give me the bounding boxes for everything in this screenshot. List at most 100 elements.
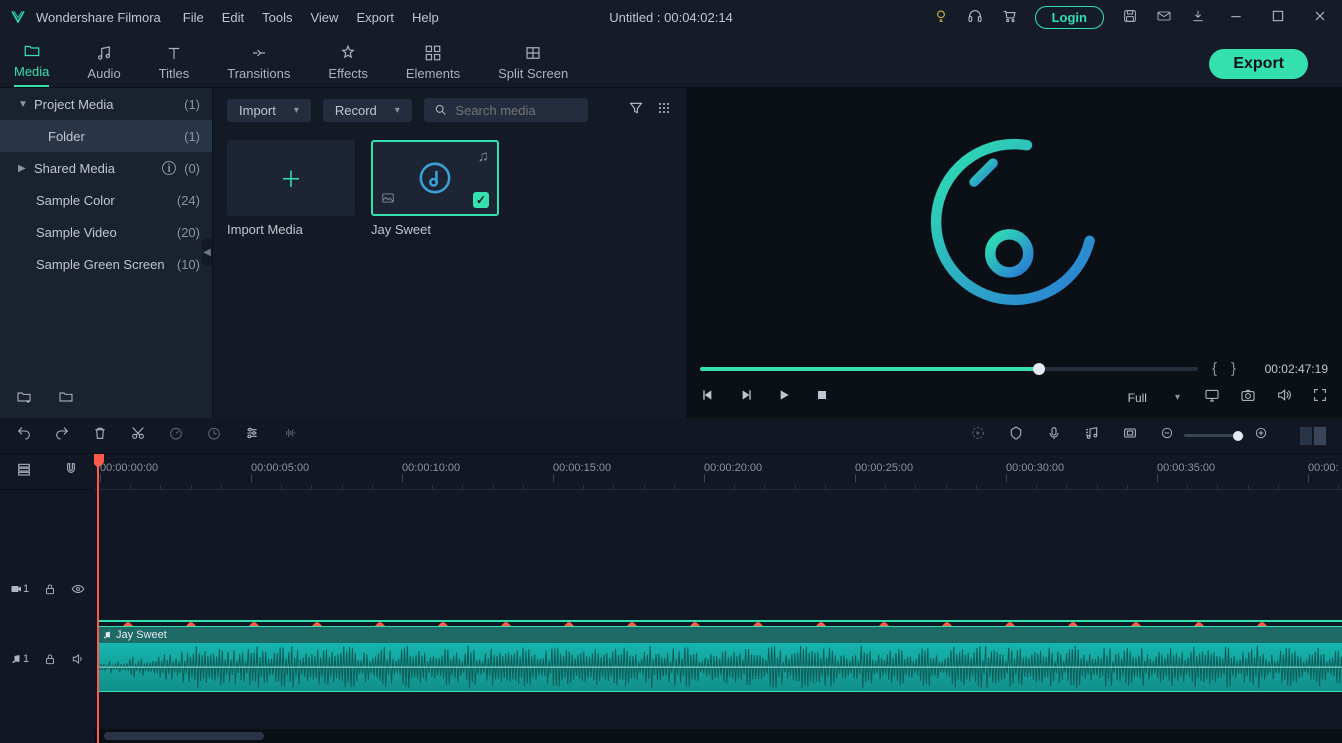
preview-quality-select[interactable]: Full▾ [1128,391,1184,405]
mark-in-button[interactable]: { [1212,360,1217,377]
tab-effects-label: Effects [328,66,368,81]
audio-clip-jay-sweet[interactable]: Jay Sweet [97,626,1342,692]
chevron-down-icon: ▾ [1175,392,1180,403]
sidebar-item-sample-video[interactable]: Sample Video (20) [0,216,212,248]
sidebar-item-label: Folder [48,129,184,144]
eye-icon[interactable] [71,582,85,596]
video-track-header[interactable]: 1 [0,554,94,624]
magnet-icon[interactable] [63,461,79,482]
sidebar-item-sample-green[interactable]: Sample Green Screen (10) [0,248,212,280]
menu-view[interactable]: View [310,10,338,25]
monitor-icon[interactable] [1204,387,1220,408]
speed-icon[interactable] [168,425,184,446]
window-maximize[interactable] [1266,6,1290,29]
stack-icon[interactable] [16,461,32,482]
volume-icon[interactable] [1276,387,1292,408]
tab-titles-label: Titles [159,66,190,81]
sidebar-collapse-handle[interactable]: ◀ [202,238,212,266]
undo-icon[interactable] [16,425,32,446]
voiceover-icon[interactable] [1046,425,1062,446]
redo-icon[interactable] [54,425,70,446]
window-close[interactable] [1308,6,1332,29]
tab-titles[interactable]: Titles [159,44,190,87]
menu-file[interactable]: File [183,10,204,25]
snapshot-icon[interactable] [1240,387,1256,408]
export-button[interactable]: Export [1209,49,1308,79]
tab-transitions-label: Transitions [227,66,290,81]
folder-icon[interactable] [58,389,74,408]
sidebar-item-shared-media[interactable]: ▶ Shared Media i (0) [0,152,212,184]
tab-transitions[interactable]: Transitions [227,44,290,87]
cut-icon[interactable] [130,425,146,446]
sidebar-item-count: (24) [177,193,200,208]
mark-out-button[interactable]: } [1231,360,1236,377]
play-button[interactable] [776,387,792,408]
timeline-toolbar [0,418,1342,454]
audio-track-header[interactable]: 1 [0,624,94,694]
window-minimize[interactable] [1224,6,1248,29]
mode-tabs: Media Audio Titles Transitions Effects E… [0,34,1342,88]
cart-icon[interactable] [1001,8,1017,27]
mail-icon[interactable] [1156,8,1172,27]
chevron-down-icon: ▾ [294,105,299,116]
download-icon[interactable] [1190,8,1206,27]
timeline-view-toggle[interactable] [1300,427,1326,445]
headphone-icon[interactable] [967,8,983,27]
import-dropdown[interactable]: Import▾ [227,99,311,122]
record-dropdown[interactable]: Record▾ [323,99,412,122]
mixer-icon[interactable] [1084,425,1100,446]
timeline-scrollbar[interactable] [94,729,1342,743]
sidebar-item-project-media[interactable]: ▼ Project Media (1) [0,88,212,120]
prev-frame-button[interactable] [700,387,716,408]
track-number: 1 [23,583,29,595]
fullscreen-icon[interactable] [1312,387,1328,408]
tab-media[interactable]: Media [14,42,49,87]
tab-effects[interactable]: Effects [328,44,368,87]
zoom-slider[interactable] [1184,434,1244,437]
sidebar-item-sample-color[interactable]: Sample Color (24) [0,184,212,216]
search-input[interactable] [455,103,577,118]
preview-time: 00:02:47:19 [1250,362,1328,376]
sidebar-item-folder[interactable]: Folder (1) [0,120,212,152]
menu-help[interactable]: Help [412,10,439,25]
new-folder-icon[interactable] [16,389,32,408]
timeline-ruler[interactable]: 00:00:00:0000:00:05:0000:00:10:0000:00:1… [94,454,1342,490]
menu-export[interactable]: Export [356,10,394,25]
preview-progress-bar[interactable] [700,367,1198,371]
next-frame-button[interactable] [738,387,754,408]
lock-icon[interactable] [43,582,57,596]
marker-icon[interactable] [1008,425,1024,446]
document-title: Untitled : 00:04:02:14 [609,10,733,25]
sidebar-item-count: (1) [184,129,200,144]
tips-icon[interactable] [933,8,949,27]
playhead[interactable] [97,454,99,743]
login-button[interactable]: Login [1035,6,1104,29]
caret-down-icon: ▼ [18,99,28,110]
tab-audio[interactable]: Audio [87,44,120,87]
lock-icon[interactable] [43,652,57,666]
sidebar-item-label: Sample Color [36,193,177,208]
delete-icon[interactable] [92,425,108,446]
stop-button[interactable] [814,387,830,408]
media-tile-jay-sweet[interactable]: ♫ ✓ Jay Sweet [371,140,499,237]
crop-icon[interactable] [1122,425,1138,446]
audio-track[interactable]: Jay Sweet [94,624,1342,694]
sidebar-item-label: Project Media [34,97,184,112]
render-icon[interactable] [970,425,986,446]
video-track[interactable] [94,554,1342,624]
sidebar-item-count: (0) [184,161,200,176]
import-media-tile[interactable]: ＋ Import Media [227,140,355,237]
menu-tools[interactable]: Tools [262,10,292,25]
adjust-icon[interactable] [244,425,260,446]
grid-view-icon[interactable] [656,100,672,121]
zoom-in-icon[interactable] [1254,426,1268,445]
duration-icon[interactable] [206,425,222,446]
save-icon[interactable] [1122,8,1138,27]
filter-icon[interactable] [628,100,644,121]
zoom-out-icon[interactable] [1160,426,1174,445]
tab-elements[interactable]: Elements [406,44,460,87]
speaker-icon[interactable] [71,652,85,666]
menu-edit[interactable]: Edit [222,10,244,25]
tab-splitscreen[interactable]: Split Screen [498,44,568,87]
audio-wave-icon[interactable] [282,425,298,446]
